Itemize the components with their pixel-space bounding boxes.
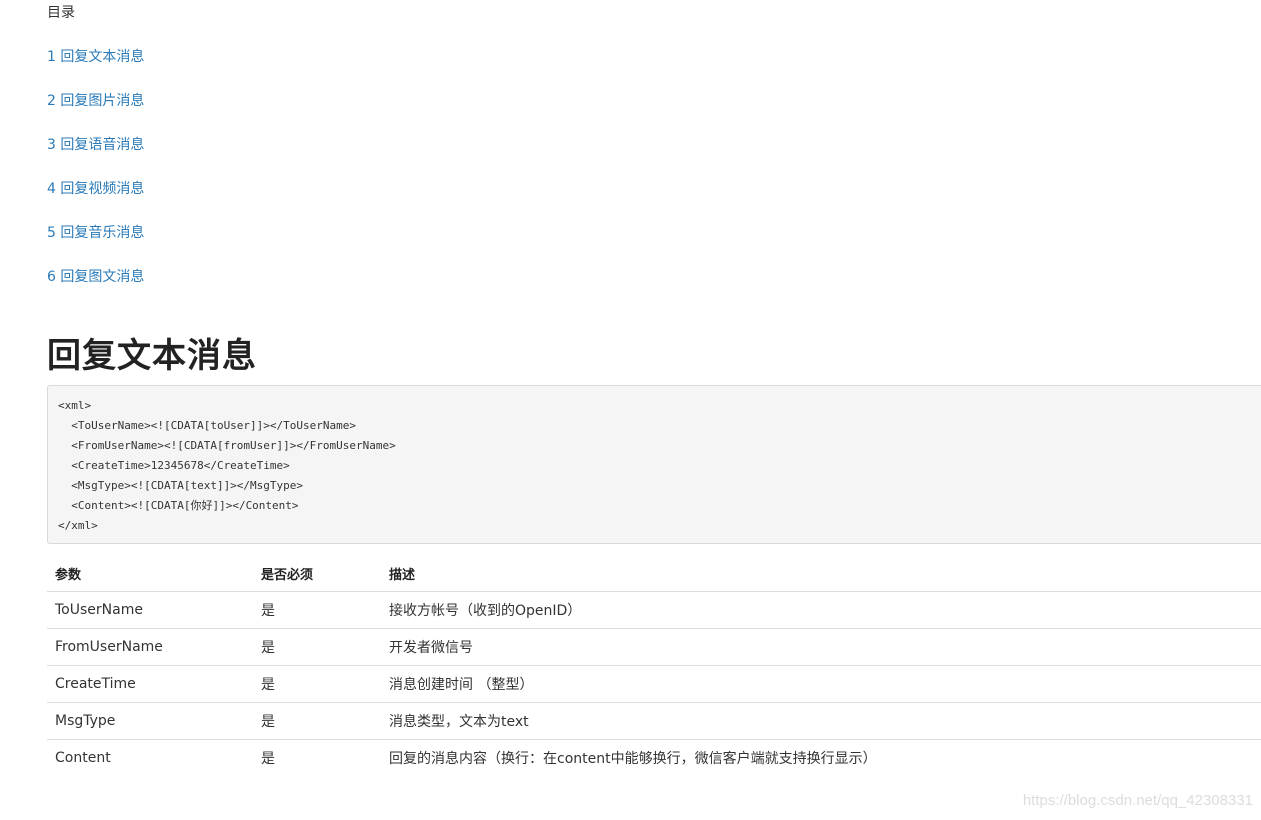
watermark-text: https://blog.csdn.net/qq_42308331: [1022, 792, 1253, 809]
code-line: </xml>: [58, 519, 98, 532]
toc-link-6[interactable]: 6 回复图文消息: [47, 269, 144, 285]
toc-item: 5 回复音乐消息: [47, 224, 144, 268]
cell-desc: 消息创建时间 （整型）: [381, 665, 1261, 703]
toc-link-3[interactable]: 3 回复语音消息: [47, 137, 144, 153]
parameter-table: 参数 是否必须 描述 ToUserName 是 接收方帐号（收到的OpenID）…: [47, 555, 1261, 776]
table-row: Content 是 回复的消息内容（换行：在content中能够换行，微信客户端…: [47, 740, 1261, 777]
cell-required: 是: [253, 702, 381, 740]
toc-item: 6 回复图文消息: [47, 268, 144, 312]
cell-required: 是: [261, 751, 275, 767]
cell-param: MsgType: [47, 702, 253, 740]
cell-desc: 开发者微信号: [381, 628, 1261, 666]
toc-link-5[interactable]: 5 回复音乐消息: [47, 225, 144, 241]
cell-param: Content: [55, 750, 111, 766]
toc-title: 目录: [47, 5, 75, 21]
cell-required: 是: [253, 665, 381, 703]
toc-link-2[interactable]: 2 回复图片消息: [47, 93, 144, 109]
header-desc: 描述: [381, 555, 1261, 592]
cell-required: 是: [253, 628, 381, 666]
header-param: 参数: [47, 555, 253, 592]
table-row: CreateTime 是 消息创建时间 （整型）: [47, 665, 1261, 703]
cell-param: CreateTime: [47, 665, 253, 703]
code-line: <FromUserName><![CDATA[fromUser]]></From…: [58, 439, 396, 452]
document-page: 目录 1 回复文本消息 2 回复图片消息 3 回复语音消息 4 回复视频消息 5…: [0, 0, 1261, 820]
toc-item: 2 回复图片消息: [47, 92, 144, 136]
header-required: 是否必须: [253, 555, 381, 592]
toc-item: 3 回复语音消息: [47, 136, 144, 180]
code-line: <ToUserName><![CDATA[toUser]]></ToUserNa…: [58, 419, 357, 432]
table-of-contents: 1 回复文本消息 2 回复图片消息 3 回复语音消息 4 回复视频消息 5 回复…: [47, 48, 144, 312]
code-line: <Content><![CDATA[你好]]></Content>: [58, 499, 299, 512]
code-line: <MsgType><![CDATA[text]]></MsgType>: [58, 479, 304, 492]
code-block[interactable]: <xml> <ToUserName><![CDATA[toUser]]></To…: [47, 385, 1261, 544]
cell-param: FromUserName: [47, 628, 253, 666]
cell-required: 是: [253, 591, 381, 629]
table-row: MsgType 是 消息类型，文本为text: [47, 702, 1261, 740]
toc-link-1[interactable]: 1 回复文本消息: [47, 49, 144, 65]
code-line: <CreateTime>12345678</CreateTime>: [58, 459, 290, 472]
cell-desc: 回复的消息内容（换行：在content中能够换行，微信客户端就支持换行显示）: [389, 751, 877, 767]
code-line: <xml>: [58, 399, 92, 412]
toc-item: 1 回复文本消息: [47, 48, 144, 92]
table-row: FromUserName 是 开发者微信号: [47, 628, 1261, 666]
table-header-row: 参数 是否必须 描述: [47, 555, 1261, 592]
cell-desc: 接收方帐号（收到的OpenID）: [381, 591, 1261, 629]
cell-desc: 消息类型，文本为text: [381, 702, 1261, 740]
section-heading: 回复文本消息: [47, 336, 257, 376]
cell-param: ToUserName: [47, 591, 253, 629]
table-row: ToUserName 是 接收方帐号（收到的OpenID）: [47, 591, 1261, 629]
toc-link-4[interactable]: 4 回复视频消息: [47, 181, 144, 197]
toc-item: 4 回复视频消息: [47, 180, 144, 224]
